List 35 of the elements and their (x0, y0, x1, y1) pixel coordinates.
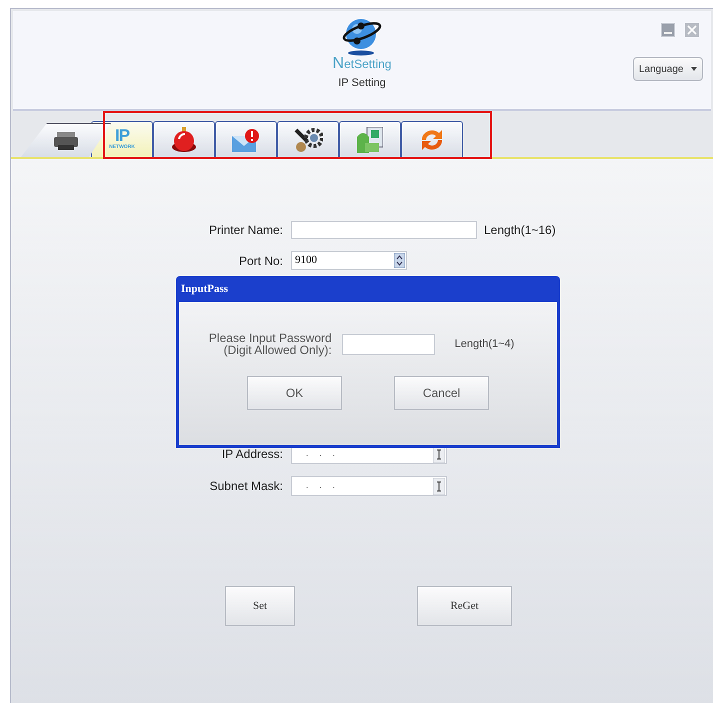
cancel-button[interactable]: Cancel (394, 376, 489, 410)
refresh-tab[interactable] (401, 121, 463, 157)
reget-button[interactable]: ReGet (417, 586, 512, 626)
text-cursor-icon (433, 478, 445, 494)
gear-wrench-icon (293, 126, 323, 152)
field-label: Port No: (238, 252, 284, 270)
language-dropdown[interactable]: Language (633, 57, 703, 81)
ip-address-field[interactable]: . . . (291, 476, 447, 496)
caret-icon (691, 67, 697, 71)
set-button[interactable]: Set (225, 586, 295, 626)
globe-logo-icon (341, 17, 383, 57)
dialog-title: InputPass (180, 282, 230, 297)
field-label: Printer Name: (208, 222, 284, 239)
mail-alert-icon (232, 128, 260, 152)
text-field[interactable] (291, 221, 477, 239)
length-hint: Length(1~16) (483, 222, 556, 239)
length-hint: Length(1~4) (454, 336, 514, 352)
tab-logo-text: IP (114, 128, 130, 144)
port-spinbox[interactable]: 9100 (291, 251, 407, 270)
password-prompt: Please Input Password (Digit Allowed Only): (208, 332, 333, 356)
tools-tab[interactable] (277, 121, 339, 157)
mail-tab[interactable] (215, 121, 277, 157)
refresh-icon (419, 128, 445, 152)
chart-document-icon (357, 126, 383, 152)
xy-tab[interactable] (339, 121, 401, 157)
field-label: Subnet Mask: (208, 478, 284, 495)
alarm-button-icon (171, 126, 197, 152)
window-subtitle: IP Setting (338, 76, 386, 91)
spin-arrows-icon[interactable] (394, 253, 405, 268)
alarm-tab[interactable] (153, 121, 215, 157)
field-label: IP Address: (220, 446, 284, 463)
printer-icon (54, 132, 78, 150)
ok-button[interactable]: OK (247, 376, 342, 410)
password-field[interactable] (342, 334, 435, 354)
logo-text: NetSetting (332, 57, 392, 71)
